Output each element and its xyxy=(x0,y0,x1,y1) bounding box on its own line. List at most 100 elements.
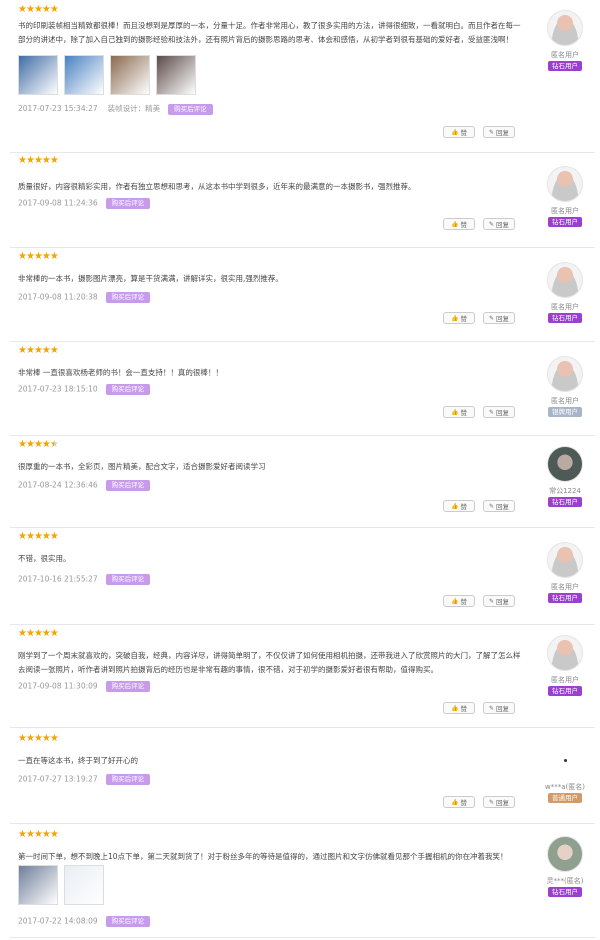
like-button[interactable]: 👍 赞 xyxy=(443,218,475,230)
star-icon: ★ xyxy=(25,531,35,542)
vote-buttons: 👍 赞 ✎ 回复 xyxy=(443,218,515,230)
reply-button[interactable]: ✎ 回复 xyxy=(483,218,515,230)
review-item: ★★★★★ 第一时间下单，想不到晚上10点下单，第二天就到货了！对于粉丝多年的等待… xyxy=(10,830,595,938)
review-text: 第一时间下单，想不到晚上10点下单，第二天就到货了！对于粉丝多年的等待是值得的，… xyxy=(18,852,508,861)
like-button[interactable]: 👍 赞 xyxy=(443,796,475,808)
review-photo-thumbnail[interactable] xyxy=(18,865,58,905)
review-meta: 2017-09-08 11:30:09 购买后评论 xyxy=(18,681,151,692)
review-date: 2017-07-22 14:08:09 xyxy=(18,916,98,926)
review-item: ★★★★★ 非常棒的一本书，摄影图片漂亮，算是干货满满，讲解详实，很实用,强烈推荐… xyxy=(10,252,595,342)
vote-label: 回复 xyxy=(496,221,510,229)
review-meta: 2017-07-23 18:15:10 购买后评论 xyxy=(18,384,151,395)
review-attribute: 装帧设计：精美 xyxy=(107,104,161,113)
review-item: ★★★★★ 不错，很实用。 2017-10-16 21:55:27 购买后评论 👍 赞 ✎ 回… xyxy=(10,532,595,625)
review-date: 2017-09-08 11:24:36 xyxy=(18,198,98,208)
purchase-badge: 购买后评论 xyxy=(105,916,151,927)
star-icon: ★ xyxy=(49,345,59,356)
rating-stars: ★★★★★ xyxy=(18,733,59,744)
review-date: 2017-07-23 15:34:27 xyxy=(18,104,98,113)
reply-button[interactable]: ✎ 回复 xyxy=(483,702,515,714)
avatar[interactable] xyxy=(547,836,583,872)
rating-stars: ★★★★★ xyxy=(18,531,59,542)
avatar[interactable] xyxy=(547,446,583,482)
reviewer-name: 匿名用户 xyxy=(551,583,579,591)
star-icon: ★ xyxy=(18,733,27,744)
star-icon: ★ xyxy=(25,628,35,639)
reply-button[interactable]: ✎ 回复 xyxy=(483,595,515,607)
vote-label: 赞 xyxy=(460,409,467,417)
vote-label: 回复 xyxy=(496,409,510,417)
avatar[interactable] xyxy=(547,166,583,202)
reply-icon: ✎ xyxy=(488,502,495,510)
star-icon: ★ xyxy=(18,251,27,262)
like-button[interactable]: 👍 赞 xyxy=(443,312,475,324)
review-item: ★★★★★ 书的印刷装帧相当精致都很棒！而且没想到是厚厚的一本，分量十足。作者非常… xyxy=(10,5,595,153)
vote-buttons: 👍 赞 ✎ 回复 xyxy=(443,406,515,418)
star-icon: ★ xyxy=(41,733,51,744)
reply-button[interactable]: ✎ 回复 xyxy=(483,126,515,138)
thumbs-up-icon: 👍 xyxy=(451,502,459,510)
star-icon: ★ xyxy=(25,733,35,744)
reply-button[interactable]: ✎ 回复 xyxy=(483,312,515,324)
avatar[interactable] xyxy=(547,10,583,46)
reply-icon: ✎ xyxy=(488,704,495,712)
reviewer-name: 匿名用户 xyxy=(551,207,579,215)
review-photo-thumbnail[interactable] xyxy=(110,55,150,95)
vote-buttons: 👍 赞 ✎ 回复 xyxy=(443,500,515,512)
rating-stars: ★★★★★ xyxy=(18,156,59,166)
like-button[interactable]: 👍 赞 xyxy=(443,406,475,418)
star-icon: ★ xyxy=(33,733,43,744)
review-photo-thumbnail[interactable] xyxy=(18,55,58,95)
reply-button[interactable]: ✎ 回复 xyxy=(483,500,515,512)
reply-icon: ✎ xyxy=(488,314,495,322)
thumbs-up-icon: 👍 xyxy=(451,704,459,712)
reply-button[interactable]: ✎ 回复 xyxy=(483,796,515,808)
like-button[interactable]: 👍 赞 xyxy=(443,595,475,607)
member-level-badge: 钻石用户 xyxy=(548,686,582,696)
star-icon: ★ xyxy=(33,531,43,542)
rating-stars: ★★★★★ xyxy=(18,439,59,450)
like-button[interactable]: 👍 赞 xyxy=(443,126,475,138)
reply-button[interactable]: ✎ 回复 xyxy=(483,406,515,418)
reviewer: 灵***(匿名) 钻石用户 xyxy=(535,836,595,897)
reviewer-name: 匿名用户 xyxy=(551,397,579,405)
avatar[interactable] xyxy=(547,356,583,392)
reviewer-name: 匿名用户 xyxy=(551,303,579,311)
review-photo-thumbnail[interactable] xyxy=(156,55,196,95)
star-icon: ★ xyxy=(18,439,27,450)
vote-label: 赞 xyxy=(460,705,467,713)
star-icon: ★ xyxy=(49,733,59,744)
review-text: 非常棒的一本书，摄影图片漂亮，算是干货满满，讲解详实，很实用,强烈推荐。 xyxy=(18,274,283,283)
star-icon: ★ xyxy=(41,628,51,639)
purchase-badge: 购买后评论 xyxy=(105,384,151,395)
vote-label: 回复 xyxy=(496,705,510,713)
member-level-badge: 钻石用户 xyxy=(548,887,582,897)
avatar[interactable] xyxy=(548,744,582,778)
star-icon: ★ xyxy=(49,531,59,542)
avatar[interactable] xyxy=(547,542,583,578)
reply-icon: ✎ xyxy=(488,220,495,228)
vote-buttons: 👍 赞 ✎ 回复 xyxy=(443,312,515,324)
like-button[interactable]: 👍 赞 xyxy=(443,500,475,512)
reviewer-name: w***a(匿名) xyxy=(545,783,585,791)
like-button[interactable]: 👍 赞 xyxy=(443,702,475,714)
avatar[interactable] xyxy=(547,635,583,671)
vote-buttons: 👍 赞 ✎ 回复 xyxy=(443,702,515,714)
member-level-badge: 银牌用户 xyxy=(548,407,582,417)
vote-label: 赞 xyxy=(460,503,467,511)
reviewer: 匿名用户 钻石用户 xyxy=(535,542,595,603)
review-text: 很厚重的一本书，全彩页，图片精美，配合文字，适合摄影爱好者阅读学习 xyxy=(18,462,266,471)
review-date: 2017-10-16 21:55:27 xyxy=(18,574,98,584)
review-photo-thumbnail[interactable] xyxy=(64,55,104,95)
thumbs-up-icon: 👍 xyxy=(451,128,459,136)
review-photo-thumbnail[interactable] xyxy=(64,865,104,905)
purchase-badge: 购买后评论 xyxy=(105,774,151,785)
vote-label: 赞 xyxy=(460,129,467,137)
reply-icon: ✎ xyxy=(488,597,495,605)
star-icon: ★ xyxy=(41,4,51,15)
avatar[interactable] xyxy=(547,262,583,298)
vote-label: 回复 xyxy=(496,503,510,511)
purchase-badge: 购买后评论 xyxy=(105,292,151,303)
star-icon: ★ xyxy=(25,439,35,450)
star-icon: ★ xyxy=(49,251,59,262)
